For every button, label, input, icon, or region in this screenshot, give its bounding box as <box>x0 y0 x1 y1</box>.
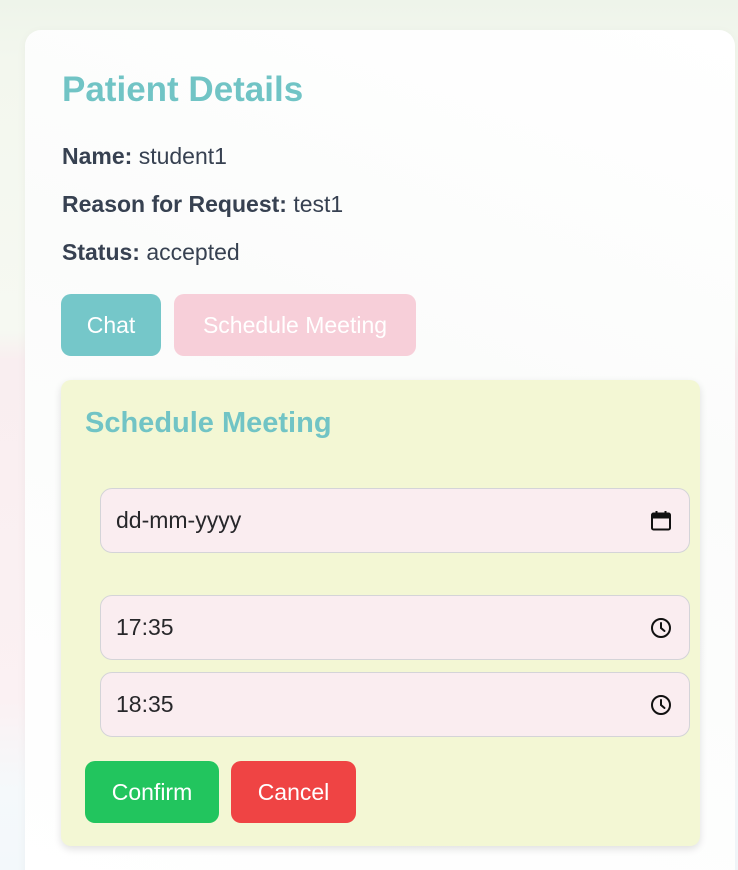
name-value: student1 <box>138 143 227 169</box>
reason-row: Reason for Request: test1 <box>62 191 343 218</box>
schedule-meeting-panel: Schedule Meeting dd-mm-yyyy 17:35 18:35 … <box>61 380 700 846</box>
patient-details-card: Patient Details Name: student1 Reason fo… <box>25 30 735 870</box>
status-row: Status: accepted <box>62 239 240 266</box>
clock-icon[interactable] <box>649 616 673 640</box>
meeting-date-input[interactable]: dd-mm-yyyy <box>100 488 690 553</box>
end-time-input[interactable]: 18:35 <box>100 672 690 737</box>
status-value: accepted <box>146 239 240 265</box>
confirm-button[interactable]: Confirm <box>85 761 219 823</box>
schedule-meeting-button[interactable]: Schedule Meeting <box>174 294 416 356</box>
start-time-input[interactable]: 17:35 <box>100 595 690 660</box>
patient-name-row: Name: student1 <box>62 143 227 170</box>
name-label: Name: <box>62 143 133 169</box>
schedule-panel-title: Schedule Meeting <box>85 407 332 439</box>
page-title: Patient Details <box>62 70 304 109</box>
reason-value: test1 <box>293 191 344 217</box>
clock-icon[interactable] <box>649 693 673 717</box>
reason-label: Reason for Request: <box>62 191 287 217</box>
chat-button[interactable]: Chat <box>61 294 161 356</box>
status-label: Status: <box>62 239 140 265</box>
calendar-icon[interactable] <box>649 509 673 533</box>
date-placeholder: dd-mm-yyyy <box>116 507 242 533</box>
start-time-value: 17:35 <box>116 614 174 640</box>
cancel-button[interactable]: Cancel <box>231 761 356 823</box>
end-time-value: 18:35 <box>116 691 174 717</box>
